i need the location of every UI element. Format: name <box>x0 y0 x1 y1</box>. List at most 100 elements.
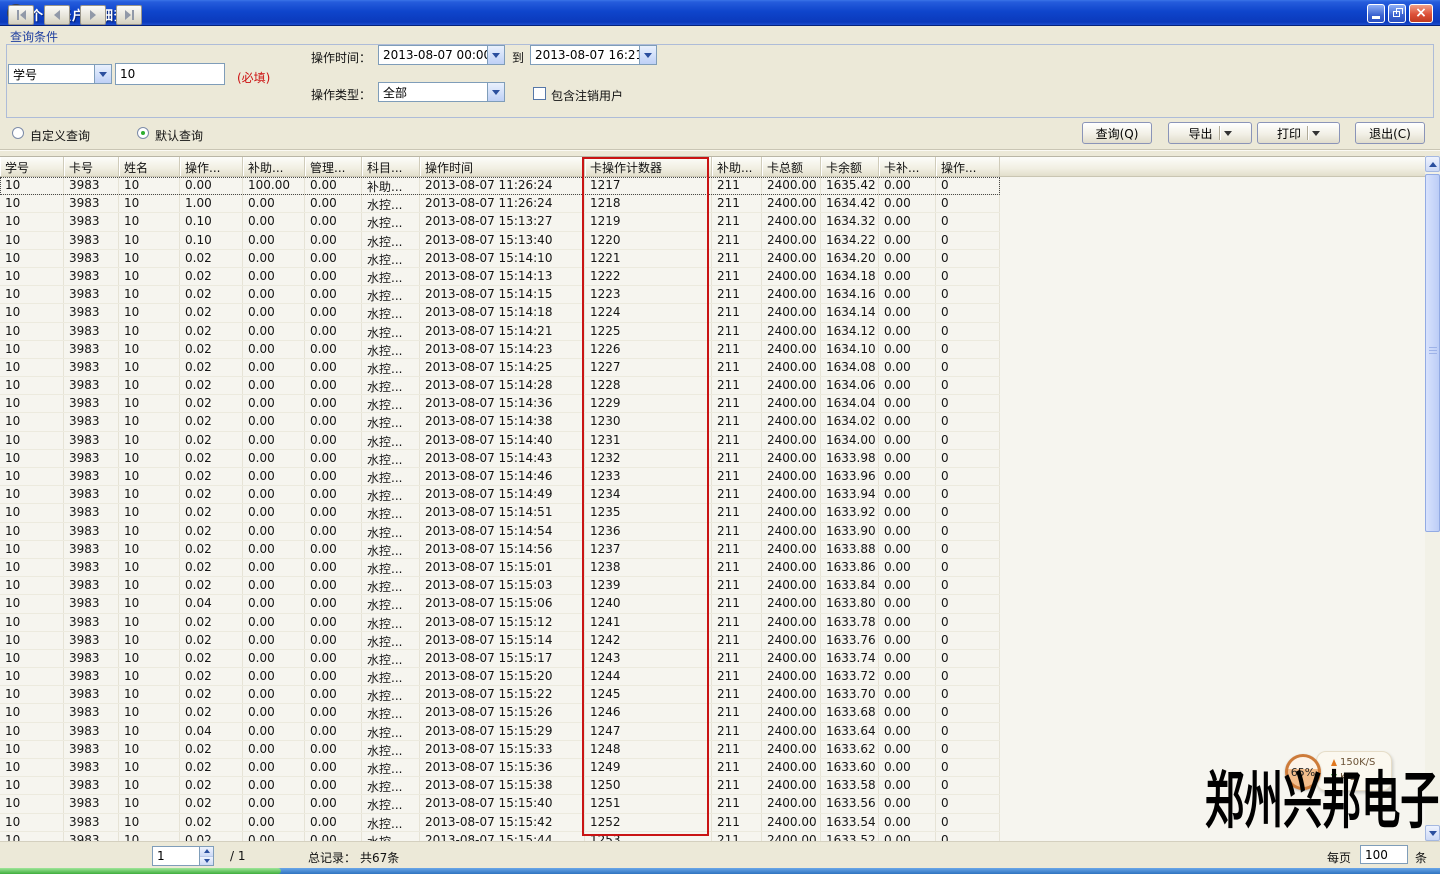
header-cell[interactable]: 姓名 <box>119 157 180 176</box>
default-query-radio[interactable] <box>137 127 149 139</box>
table-row[interactable]: 103983100.020.000.00水控...2013-08-07 15:1… <box>0 832 1000 841</box>
header-cell[interactable]: 科目... <box>362 157 420 176</box>
table-row[interactable]: 103983100.100.000.00水控...2013-08-07 15:1… <box>0 232 1000 250</box>
chevron-down-icon[interactable] <box>1224 131 1232 136</box>
export-button[interactable]: 导出 <box>1168 122 1252 144</box>
table-row[interactable]: 103983100.020.000.00水控...2013-08-07 15:1… <box>0 795 1000 813</box>
type-arrow[interactable] <box>487 83 504 101</box>
include-cancelled-checkbox[interactable] <box>533 87 546 100</box>
next-page-button[interactable] <box>80 5 106 25</box>
table-row[interactable]: 103983100.020.000.00水控...2013-08-07 15:1… <box>0 632 1000 650</box>
table-row[interactable]: 103983100.020.000.00水控...2013-08-07 15:1… <box>0 377 1000 395</box>
print-button[interactable]: 打印 <box>1257 122 1340 144</box>
table-row[interactable]: 103983100.020.000.00水控...2013-08-07 15:1… <box>0 777 1000 795</box>
scrollbar-thumb[interactable] <box>1425 174 1440 532</box>
cell: 0.00 <box>879 304 936 321</box>
header-cell[interactable]: 卡余额 <box>821 157 879 176</box>
page-number-spinner[interactable]: 1 <box>152 846 214 866</box>
table-row[interactable]: 103983100.020.000.00水控...2013-08-07 15:1… <box>0 741 1000 759</box>
custom-query-radio[interactable] <box>12 127 24 139</box>
last-page-button[interactable] <box>116 5 142 25</box>
include-cancelled-label[interactable]: 包含注销用户 <box>551 87 623 104</box>
cell: 0.02 <box>180 377 243 394</box>
table-row[interactable]: 103983100.020.000.00水控...2013-08-07 15:1… <box>0 250 1000 268</box>
close-button[interactable]: × <box>1409 4 1433 23</box>
table-row[interactable]: 103983100.020.000.00水控...2013-08-07 15:1… <box>0 395 1000 413</box>
cell: 0 <box>936 632 1000 649</box>
title-bar[interactable]: 个人账户明细查询 × <box>0 0 1440 26</box>
field-selector-arrow[interactable] <box>94 65 111 83</box>
field-selector-combo[interactable]: 学号 <box>8 64 112 84</box>
scroll-up-button[interactable] <box>1425 156 1440 172</box>
cell: 10 <box>0 704 64 721</box>
cell: 2400.00 <box>762 286 821 303</box>
header-cell[interactable]: 学号 <box>0 157 64 176</box>
exit-button[interactable]: 退出(C) <box>1355 122 1425 144</box>
table-row[interactable]: 103983100.020.000.00水控...2013-08-07 15:1… <box>0 541 1000 559</box>
header-cell[interactable]: 操作... <box>180 157 243 176</box>
spin-down-button[interactable] <box>200 857 213 866</box>
time-from-combo[interactable]: 2013-08-07 00:00 <box>378 45 505 65</box>
query-button[interactable]: 查询(Q) <box>1082 122 1152 144</box>
table-row[interactable]: 103983101.000.000.00水控...2013-08-07 11:2… <box>0 195 1000 213</box>
header-cell[interactable]: 管理... <box>305 157 362 176</box>
per-page-input[interactable]: 100 <box>1360 845 1408 864</box>
table-row[interactable]: 103983100.020.000.00水控...2013-08-07 15:1… <box>0 486 1000 504</box>
table-row[interactable]: 103983100.020.000.00水控...2013-08-07 15:1… <box>0 432 1000 450</box>
chevron-down-icon <box>492 53 500 58</box>
header-cell[interactable]: 补助... <box>712 157 762 176</box>
table-row[interactable]: 103983100.020.000.00水控...2013-08-07 15:1… <box>0 650 1000 668</box>
header-cell[interactable]: 操作时间 <box>420 157 585 176</box>
header-cell[interactable]: 卡号 <box>64 157 119 176</box>
page-number-value[interactable]: 1 <box>153 847 199 865</box>
table-row[interactable]: 103983100.020.000.00水控...2013-08-07 15:1… <box>0 504 1000 522</box>
cell: 水控... <box>362 795 420 812</box>
table-row[interactable]: 103983100.020.000.00水控...2013-08-07 15:1… <box>0 704 1000 722</box>
table-row[interactable]: 103983100.020.000.00水控...2013-08-07 15:1… <box>0 523 1000 541</box>
default-query-label[interactable]: 默认查询 <box>155 127 203 144</box>
prev-page-button[interactable] <box>44 5 70 25</box>
table-row[interactable]: 103983100.020.000.00水控...2013-08-07 15:1… <box>0 286 1000 304</box>
type-combo[interactable]: 全部 <box>378 82 505 102</box>
restore-button[interactable] <box>1388 4 1406 23</box>
table-row[interactable]: 103983100.020.000.00水控...2013-08-07 15:1… <box>0 323 1000 341</box>
table-row[interactable]: 103983100.020.000.00水控...2013-08-07 15:1… <box>0 559 1000 577</box>
table-row[interactable]: 103983100.020.000.00水控...2013-08-07 15:1… <box>0 686 1000 704</box>
vertical-scrollbar[interactable] <box>1425 156 1440 841</box>
table-row[interactable]: 103983100.100.000.00水控...2013-08-07 15:1… <box>0 213 1000 231</box>
cell: 1634.32 <box>821 213 879 230</box>
table-row[interactable]: 103983100.020.000.00水控...2013-08-07 15:1… <box>0 468 1000 486</box>
custom-query-label[interactable]: 自定义查询 <box>30 127 90 144</box>
table-row[interactable]: 103983100.020.000.00水控...2013-08-07 15:1… <box>0 450 1000 468</box>
cell: 10 <box>0 595 64 612</box>
field-selector-value: 学号 <box>9 66 94 83</box>
spin-up-button[interactable] <box>200 847 213 857</box>
header-cell[interactable]: 操作... <box>936 157 1000 176</box>
table-row[interactable]: 103983100.020.000.00水控...2013-08-07 15:1… <box>0 577 1000 595</box>
table-row[interactable]: 103983100.020.000.00水控...2013-08-07 15:1… <box>0 614 1000 632</box>
table-row[interactable]: 103983100.00100.000.00补助...2013-08-07 11… <box>0 177 1000 195</box>
header-cell[interactable]: 卡总额 <box>762 157 821 176</box>
cell: 0 <box>936 595 1000 612</box>
table-row[interactable]: 103983100.020.000.00水控...2013-08-07 15:1… <box>0 304 1000 322</box>
table-row[interactable]: 103983100.040.000.00水控...2013-08-07 15:1… <box>0 723 1000 741</box>
table-row[interactable]: 103983100.020.000.00水控...2013-08-07 15:1… <box>0 268 1000 286</box>
time-to-arrow[interactable] <box>639 46 656 64</box>
table-row[interactable]: 103983100.020.000.00水控...2013-08-07 15:1… <box>0 413 1000 431</box>
cell: 0.00 <box>305 704 362 721</box>
time-from-arrow[interactable] <box>487 46 504 64</box>
chevron-down-icon[interactable] <box>1312 131 1320 136</box>
time-to-combo[interactable]: 2013-08-07 16:21 <box>530 45 657 65</box>
table-row[interactable]: 103983100.020.000.00水控...2013-08-07 15:1… <box>0 814 1000 832</box>
header-cell[interactable]: 补助... <box>243 157 305 176</box>
table-row[interactable]: 103983100.020.000.00水控...2013-08-07 15:1… <box>0 668 1000 686</box>
field-value-input[interactable]: 10 <box>115 63 225 85</box>
header-cell[interactable]: 卡补... <box>879 157 936 176</box>
table-row[interactable]: 103983100.040.000.00水控...2013-08-07 15:1… <box>0 595 1000 613</box>
table-row[interactable]: 103983100.020.000.00水控...2013-08-07 15:1… <box>0 759 1000 777</box>
cell: 0.00 <box>243 250 305 267</box>
first-page-button[interactable] <box>8 5 34 25</box>
table-row[interactable]: 103983100.020.000.00水控...2013-08-07 15:1… <box>0 359 1000 377</box>
minimize-button[interactable] <box>1367 4 1385 23</box>
table-row[interactable]: 103983100.020.000.00水控...2013-08-07 15:1… <box>0 341 1000 359</box>
